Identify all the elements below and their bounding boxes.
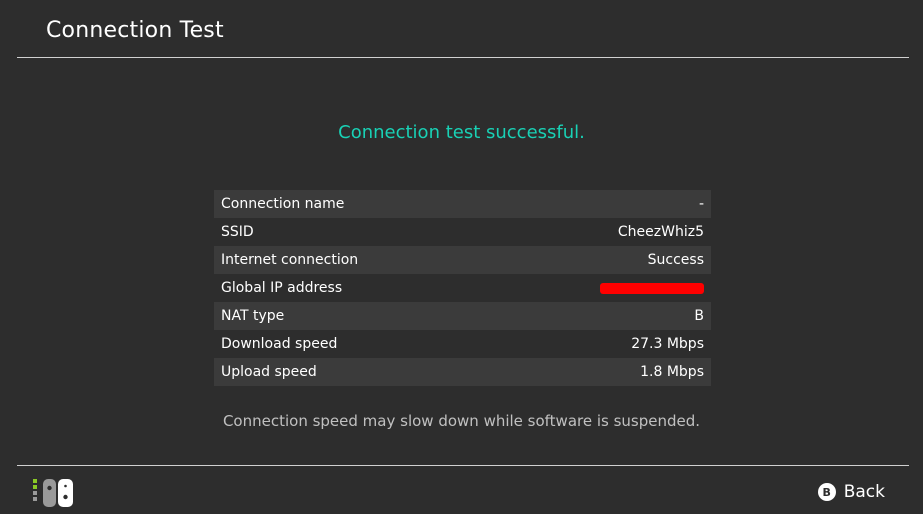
joy-con-controller-icon [33,479,73,507]
info-row-upload-speed: Upload speed 1.8 Mbps [214,358,711,386]
info-label: Download speed [221,336,338,352]
connection-test-screen: Connection Test Connection test successf… [0,0,923,514]
info-row-download-speed: Download speed 27.3 Mbps [214,330,711,358]
info-value: 1.8 Mbps [640,364,704,380]
info-label: Global IP address [221,280,343,296]
info-value: B [694,308,704,324]
info-row-connection-name: Connection name - [214,190,711,218]
b-button-icon: B [817,483,836,501]
redaction-mark [600,282,704,294]
back-label: Back [843,482,885,502]
info-row-ssid: SSID CheezWhiz5 [214,218,711,246]
info-row-global-ip: Global IP address [214,274,711,302]
info-value: - [698,196,704,212]
info-value: CheezWhiz5 [617,224,704,240]
info-label: NAT type [221,308,285,324]
info-value-redacted [600,280,704,296]
info-label: Upload speed [221,364,317,380]
info-value: Success [647,252,704,268]
suspend-note: Connection speed may slow down while sof… [222,412,701,430]
footer-divider [17,465,909,466]
info-value: 27.3 Mbps [631,336,704,352]
status-message: Connection test successful. [338,122,585,143]
info-label: SSID [221,224,254,240]
connection-info-table: Connection name - SSID CheezWhiz5 Intern… [214,190,711,386]
info-label: Connection name [221,196,345,212]
page-title: Connection Test [46,18,224,43]
header-divider [17,57,909,58]
info-label: Internet connection [221,252,359,268]
back-button[interactable]: B Back [817,482,885,502]
info-row-internet-connection: Internet connection Success [214,246,711,274]
info-row-nat-type: NAT type B [214,302,711,330]
